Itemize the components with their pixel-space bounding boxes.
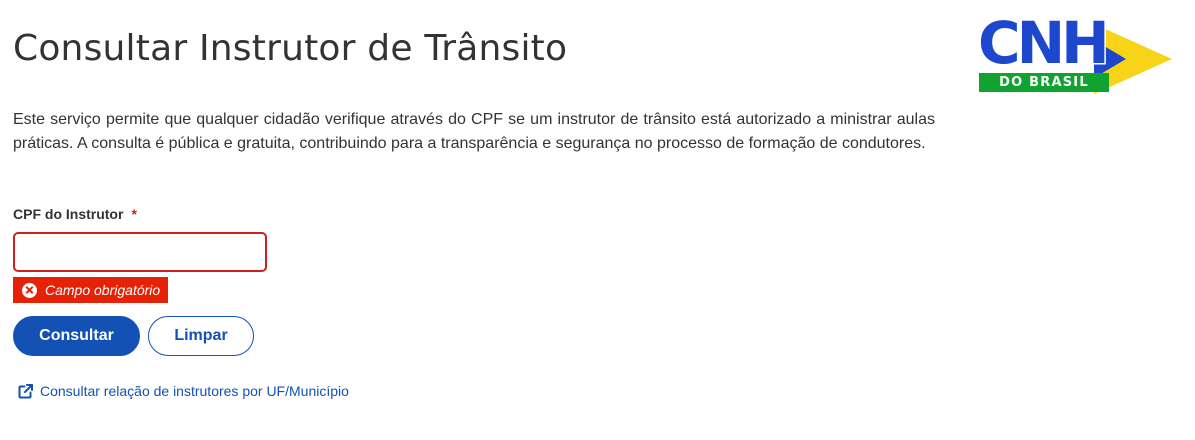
page-title: Consultar Instrutor de Trânsito — [13, 28, 568, 69]
error-message-box: Campo obrigatório — [13, 277, 169, 303]
cpf-field-label: CPF do Instrutor * — [13, 205, 137, 223]
cpf-input[interactable] — [13, 232, 267, 272]
external-link-icon — [18, 383, 33, 398]
close-circle-icon — [22, 282, 37, 298]
error-message-text: Campo obrigatório — [45, 282, 161, 298]
logo-mark: CNH — [977, 9, 1112, 77]
logo-label: DO BRASIL — [979, 73, 1109, 92]
cpf-label-text: CPF do Instrutor — [13, 206, 124, 222]
service-description: Este serviço permite que qualquer cidadã… — [13, 111, 935, 152]
consultar-button[interactable]: Consultar — [13, 316, 140, 356]
limpar-button[interactable]: Limpar — [148, 316, 254, 356]
required-marker: * — [131, 206, 137, 222]
instructors-list-link[interactable]: Consultar relação de instrutores por UF/… — [17, 381, 349, 401]
instructors-list-link-text: Consultar relação de instrutores por UF/… — [40, 383, 349, 399]
